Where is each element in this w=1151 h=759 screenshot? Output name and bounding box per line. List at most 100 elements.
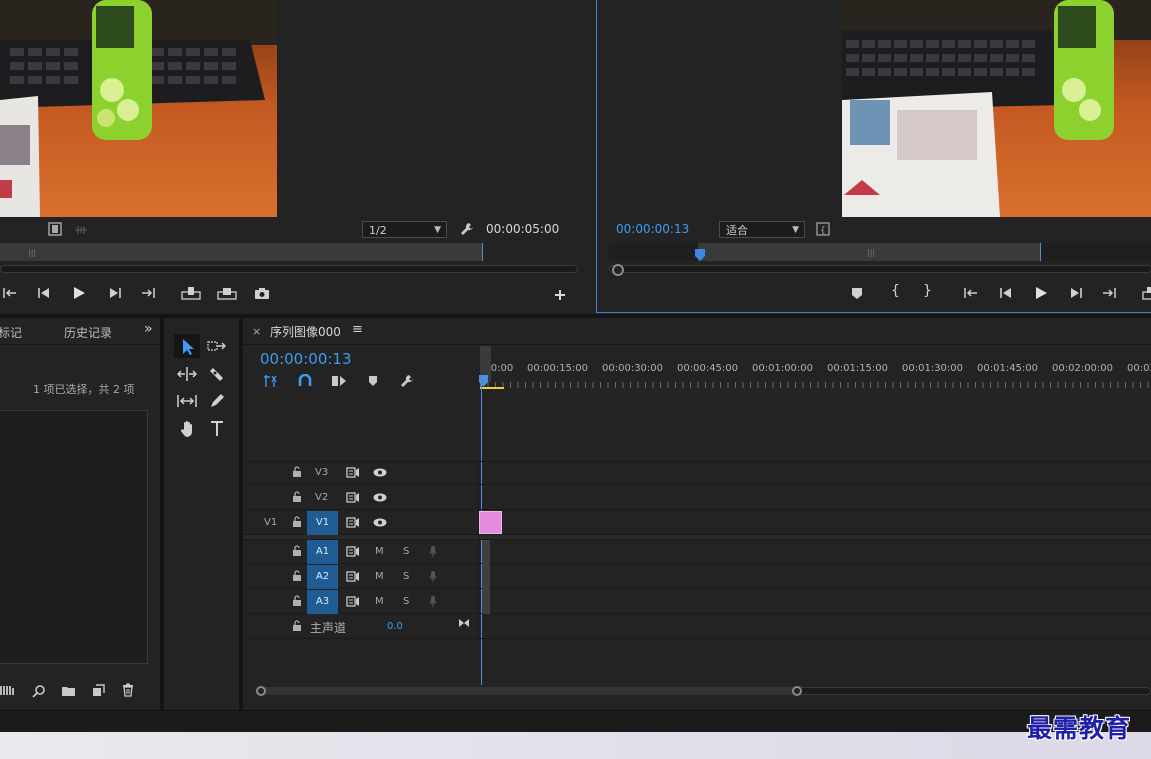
track-row-master[interactable] bbox=[243, 615, 1151, 639]
new-bin-icon[interactable] bbox=[61, 685, 76, 697]
track-select-forward-icon[interactable] bbox=[207, 339, 227, 353]
timeline-zoom-handle-left[interactable] bbox=[256, 686, 266, 696]
insert-icon[interactable] bbox=[181, 286, 201, 300]
linked-selection-icon[interactable] bbox=[331, 374, 347, 388]
eye-icon[interactable] bbox=[373, 518, 387, 527]
track-name-v2: V2 bbox=[315, 492, 329, 503]
solo-button-a3[interactable]: S bbox=[403, 596, 409, 607]
go-to-out-icon[interactable] bbox=[1101, 286, 1117, 300]
lift-icon[interactable] bbox=[1142, 286, 1151, 300]
add-marker-icon[interactable] bbox=[368, 375, 378, 387]
program-out-marker bbox=[1040, 243, 1041, 261]
sequence-tab[interactable]: 序列图像000 bbox=[270, 323, 341, 340]
track-target-a3[interactable]: A3 bbox=[307, 590, 338, 614]
work-area-bar[interactable] bbox=[480, 387, 504, 389]
source-patch-v1[interactable]: V1 bbox=[264, 517, 277, 528]
eye-icon[interactable] bbox=[373, 468, 387, 477]
track-target-a2[interactable]: A2 bbox=[307, 565, 338, 589]
lock-icon[interactable] bbox=[292, 595, 302, 607]
go-to-in-icon[interactable] bbox=[2, 286, 18, 300]
program-playhead-icon[interactable] bbox=[694, 248, 706, 262]
mark-in-icon[interactable]: { bbox=[891, 283, 900, 299]
sync-lock-icon[interactable] bbox=[346, 596, 360, 607]
sync-lock-icon[interactable] bbox=[346, 467, 360, 478]
lock-icon[interactable] bbox=[292, 491, 302, 503]
play-icon[interactable] bbox=[1034, 286, 1048, 300]
add-marker-icon[interactable] bbox=[851, 287, 863, 300]
hand-icon[interactable] bbox=[179, 420, 197, 438]
lock-icon[interactable] bbox=[292, 466, 302, 478]
solo-button-a2[interactable]: S bbox=[403, 571, 409, 582]
program-zoom-scrollbar[interactable] bbox=[609, 265, 1151, 273]
microphone-icon[interactable] bbox=[429, 570, 437, 583]
sync-lock-icon[interactable] bbox=[346, 492, 360, 503]
freeform-view-icon[interactable] bbox=[0, 684, 16, 696]
solo-button-a1[interactable]: S bbox=[403, 546, 409, 557]
film-icon[interactable] bbox=[48, 222, 62, 236]
step-forward-icon[interactable] bbox=[1069, 286, 1083, 300]
play-icon[interactable] bbox=[72, 286, 86, 300]
sync-lock-icon[interactable] bbox=[346, 517, 360, 528]
new-item-icon[interactable] bbox=[92, 684, 105, 697]
master-volume-value[interactable]: 0.0 bbox=[387, 621, 403, 632]
chevron-down-icon: ▼ bbox=[792, 225, 799, 235]
program-fit-value: 适合 bbox=[726, 224, 748, 237]
search-icon[interactable] bbox=[32, 684, 46, 698]
timeline-settings-wrench-icon[interactable] bbox=[399, 373, 415, 389]
audio-drag-icon[interactable] bbox=[74, 224, 88, 236]
safe-margins-icon[interactable]: { bbox=[816, 222, 830, 236]
trash-icon[interactable] bbox=[122, 683, 134, 697]
sync-lock-icon[interactable] bbox=[346, 546, 360, 557]
go-to-in-icon[interactable] bbox=[963, 286, 979, 300]
program-fit-dropdown[interactable]: 适合 ▼ bbox=[719, 221, 805, 238]
lock-icon[interactable] bbox=[292, 545, 302, 557]
video-clip-v1[interactable] bbox=[479, 511, 502, 534]
go-to-edit-point-icon[interactable] bbox=[458, 618, 470, 628]
tab-markers[interactable]: 标记 bbox=[0, 324, 22, 341]
ripple-edit-icon[interactable] bbox=[177, 366, 197, 382]
snap-icon[interactable] bbox=[298, 374, 312, 388]
go-to-out-icon[interactable] bbox=[140, 286, 156, 300]
type-tool-icon[interactable] bbox=[209, 420, 225, 437]
lock-icon[interactable] bbox=[292, 570, 302, 582]
mark-out-icon[interactable]: } bbox=[923, 283, 932, 299]
lock-icon[interactable] bbox=[292, 516, 302, 528]
desktop-strip bbox=[0, 732, 1151, 759]
source-zoom-dropdown[interactable]: 1/2 ▼ bbox=[362, 221, 447, 238]
project-list-area[interactable] bbox=[0, 410, 148, 664]
ruler-label: 00:00:15:00 bbox=[527, 363, 589, 374]
lock-icon[interactable] bbox=[292, 620, 302, 632]
timeline-zoom-thumb[interactable] bbox=[259, 687, 799, 695]
eye-icon[interactable] bbox=[373, 493, 387, 502]
source-zoom-scrollbar[interactable] bbox=[0, 265, 578, 273]
source-time-ruler[interactable] bbox=[0, 243, 483, 261]
mute-button-a3[interactable]: M bbox=[375, 596, 384, 607]
tab-history[interactable]: 历史记录 bbox=[64, 324, 112, 341]
overwrite-icon[interactable] bbox=[217, 286, 237, 300]
mute-button-a2[interactable]: M bbox=[375, 571, 384, 582]
add-button-icon[interactable] bbox=[554, 289, 566, 301]
razor-icon[interactable] bbox=[209, 366, 225, 382]
close-icon[interactable]: × bbox=[252, 325, 261, 338]
slip-icon[interactable] bbox=[176, 393, 198, 409]
track-target-a1[interactable]: A1 bbox=[307, 540, 338, 564]
microphone-icon[interactable] bbox=[429, 545, 437, 558]
timeline-zoom-handle-right[interactable] bbox=[792, 686, 802, 696]
wrench-icon[interactable] bbox=[459, 221, 475, 237]
ruler-label: 00:01:30:00 bbox=[902, 363, 964, 374]
program-scroll-handle-left[interactable] bbox=[612, 264, 624, 276]
tab-menu-icon[interactable]: ≡ bbox=[352, 322, 363, 337]
track-target-v1[interactable]: V1 bbox=[307, 511, 338, 535]
camera-icon[interactable] bbox=[254, 287, 270, 300]
timeline-timecode[interactable]: 00:00:00:13 bbox=[260, 350, 352, 368]
sync-lock-icon[interactable] bbox=[346, 571, 360, 582]
step-back-icon[interactable] bbox=[37, 286, 51, 300]
microphone-icon[interactable] bbox=[429, 595, 437, 608]
mute-button-a1[interactable]: M bbox=[375, 546, 384, 557]
panel-overflow-icon[interactable]: » bbox=[144, 321, 153, 337]
pen-icon[interactable] bbox=[209, 393, 225, 409]
step-forward-icon[interactable] bbox=[108, 286, 122, 300]
program-timecode[interactable]: 00:00:00:13 bbox=[616, 222, 689, 236]
nest-icon[interactable] bbox=[263, 374, 279, 388]
step-back-icon[interactable] bbox=[999, 286, 1013, 300]
